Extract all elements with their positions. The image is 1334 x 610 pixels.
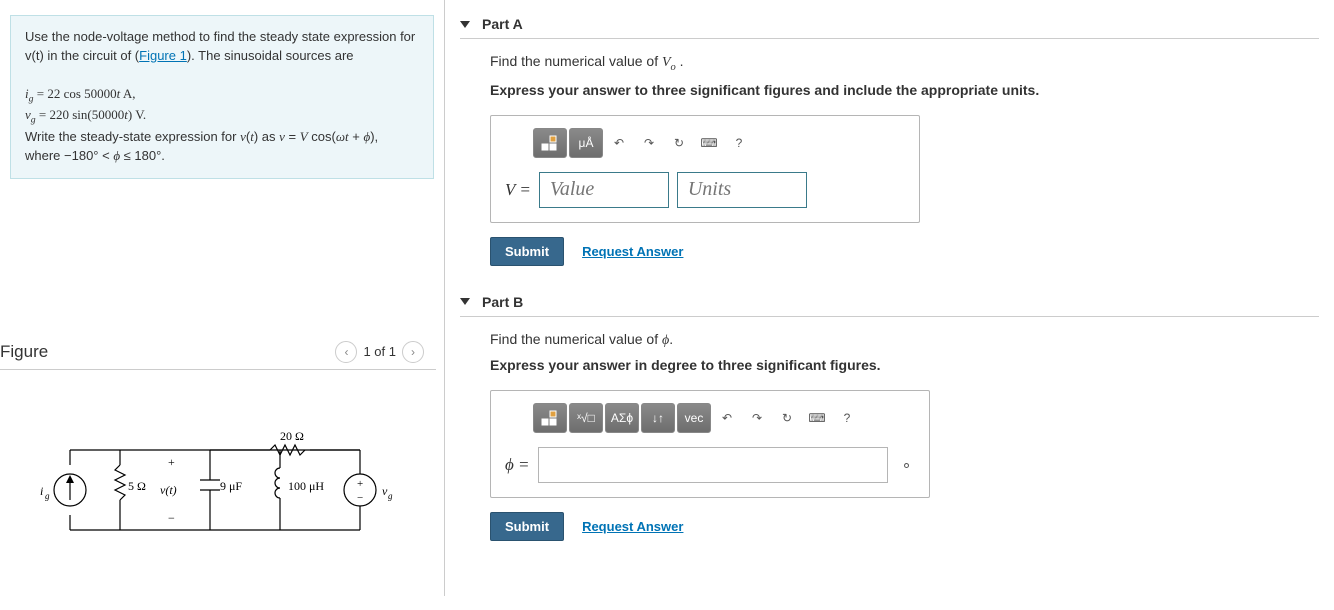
part-b-instruction: Find the numerical value of ϕ. xyxy=(490,329,1319,351)
part-a-request-answer-link[interactable]: Request Answer xyxy=(582,244,683,259)
svg-text:100 μH: 100 μH xyxy=(288,479,324,493)
degree-symbol: ∘ xyxy=(902,455,912,475)
figure-prev-button[interactable]: ‹ xyxy=(335,341,357,363)
collapse-icon xyxy=(460,298,470,305)
keyboard-tool[interactable]: ⌨ xyxy=(803,403,831,433)
figure-title: Figure xyxy=(0,342,48,362)
svg-text:9 μF: 9 μF xyxy=(220,479,242,493)
vec-tool[interactable]: vec xyxy=(677,403,711,433)
part-b-hint: Express your answer in degree to three s… xyxy=(490,355,1319,376)
units-tool[interactable]: μÅ xyxy=(569,128,603,158)
figure-header: Figure ‹ 1 of 1 › xyxy=(0,329,436,370)
svg-text:+: + xyxy=(357,478,363,490)
part-b-header[interactable]: Part B xyxy=(460,288,1319,317)
svg-text:5 Ω: 5 Ω xyxy=(128,479,146,493)
reset-tool[interactable]: ↻ xyxy=(773,403,801,433)
figure-body: i g 5 Ω + v(t) − 9 μF xyxy=(0,370,444,610)
part-b-answer-box: ˣ√□ ΑΣϕ ↓↑ vec ↶ ↷ ↻ ⌨ ? ϕ = ∘ xyxy=(490,390,930,498)
part-b-var-label: ϕ = xyxy=(505,455,530,475)
problem-prompt: Use the node-voltage method to find the … xyxy=(10,15,434,179)
reset-tool[interactable]: ↻ xyxy=(665,128,693,158)
part-b-body: Find the numerical value of ϕ. Express y… xyxy=(460,329,1319,541)
prompt-text-4: Write the steady-state expression for v(… xyxy=(25,129,378,144)
part-a-hint: Express your answer to three significant… xyxy=(490,80,1319,101)
eq-ig: ig = 22 cos 50000t A, xyxy=(25,86,135,101)
redo-tool[interactable]: ↷ xyxy=(743,403,771,433)
phi-input[interactable] xyxy=(538,447,888,483)
template-tool[interactable] xyxy=(533,128,567,158)
redo-tool[interactable]: ↷ xyxy=(635,128,663,158)
part-b-submit-button[interactable]: Submit xyxy=(490,512,564,541)
svg-text:20 Ω: 20 Ω xyxy=(280,429,304,443)
help-tool[interactable]: ? xyxy=(833,403,861,433)
value-input[interactable] xyxy=(539,172,669,208)
part-a-header[interactable]: Part A xyxy=(460,10,1319,39)
svg-text:g: g xyxy=(45,491,50,501)
keyboard-tool[interactable]: ⌨ xyxy=(695,128,723,158)
figure-nav: ‹ 1 of 1 › xyxy=(335,341,424,363)
prompt-text-1b: ). The sinusoidal sources are xyxy=(187,48,354,63)
part-b-toolbar: ˣ√□ ΑΣϕ ↓↑ vec ↶ ↷ ↻ ⌨ ? xyxy=(505,403,915,433)
part-b-submit-row: Submit Request Answer xyxy=(490,512,1319,541)
part-a-var-label: V = xyxy=(505,180,531,200)
svg-text:−: − xyxy=(168,511,175,525)
part-a-instruction: Find the numerical value of Vo . xyxy=(490,51,1319,76)
part-a-title: Part A xyxy=(482,16,523,32)
part-a-toolbar: μÅ ↶ ↷ ↻ ⌨ ? xyxy=(505,128,905,158)
arrows-tool[interactable]: ↓↑ xyxy=(641,403,675,433)
undo-tool[interactable]: ↶ xyxy=(605,128,633,158)
greek-tool[interactable]: ΑΣϕ xyxy=(605,403,639,433)
help-tool[interactable]: ? xyxy=(725,128,753,158)
prompt-text-5: where −180° < ϕ ≤ 180°. xyxy=(25,148,165,163)
eq-vg: vg = 220 sin(50000t) V. xyxy=(25,107,146,122)
circuit-diagram: i g 5 Ω + v(t) − 9 μF xyxy=(10,420,410,560)
figure-next-button[interactable]: › xyxy=(402,341,424,363)
svg-text:i: i xyxy=(40,484,43,498)
part-a-answer-box: μÅ ↶ ↷ ↻ ⌨ ? V = xyxy=(490,115,920,223)
collapse-icon xyxy=(460,21,470,28)
template-tool[interactable] xyxy=(533,403,567,433)
svg-text:−: − xyxy=(357,492,363,504)
part-a-input-row: V = xyxy=(505,172,905,208)
svg-text:+: + xyxy=(168,455,175,469)
svg-text:v(t): v(t) xyxy=(160,483,177,497)
part-a-body: Find the numerical value of Vo . Express… xyxy=(460,51,1319,266)
part-b-input-row: ϕ = ∘ xyxy=(505,447,915,483)
figure-link[interactable]: Figure 1 xyxy=(139,48,187,63)
figure-nav-text: 1 of 1 xyxy=(363,344,396,359)
svg-text:g: g xyxy=(388,491,393,501)
left-column: Use the node-voltage method to find the … xyxy=(0,0,445,596)
root-tool[interactable]: ˣ√□ xyxy=(569,403,603,433)
part-a-submit-row: Submit Request Answer xyxy=(490,237,1319,266)
right-column: Part A Find the numerical value of Vo . … xyxy=(445,0,1334,596)
undo-tool[interactable]: ↶ xyxy=(713,403,741,433)
part-b-request-answer-link[interactable]: Request Answer xyxy=(582,519,683,534)
units-input[interactable] xyxy=(677,172,807,208)
part-b-title: Part B xyxy=(482,294,523,310)
part-a-submit-button[interactable]: Submit xyxy=(490,237,564,266)
